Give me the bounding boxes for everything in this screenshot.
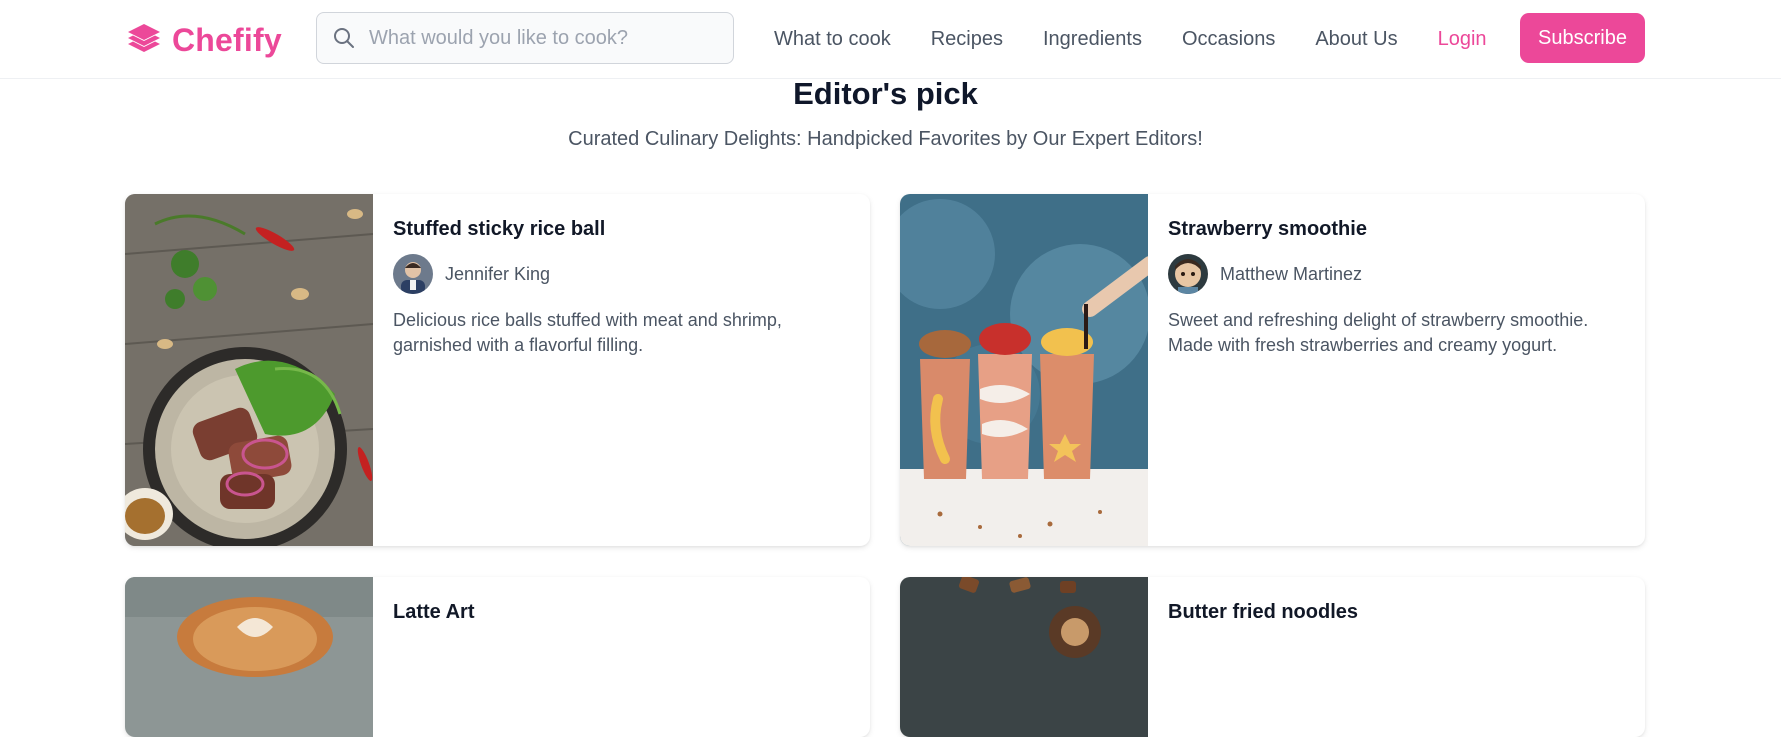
main-nav: What to cook Recipes Ingredients Occasio… bbox=[774, 22, 1487, 56]
card-title[interactable]: Strawberry smoothie bbox=[1168, 216, 1608, 242]
card-author: Matthew Martinez bbox=[1168, 254, 1608, 294]
layers-logo-icon bbox=[126, 22, 162, 58]
nav-occasions[interactable]: Occasions bbox=[1182, 22, 1275, 56]
recipe-image[interactable] bbox=[125, 194, 373, 546]
login-link[interactable]: Login bbox=[1438, 22, 1487, 56]
card-description: Delicious rice balls stuffed with meat a… bbox=[393, 310, 782, 355]
card-title[interactable]: Latte Art bbox=[393, 599, 833, 625]
card-author: Jennifer King bbox=[393, 254, 833, 294]
subscribe-button[interactable]: Subscribe bbox=[1520, 13, 1645, 63]
card-description: Sweet and refreshing delight of strawber… bbox=[1168, 310, 1589, 355]
card-body: Stuffed sticky rice ball Jennifer King D… bbox=[393, 216, 833, 376]
recipe-card[interactable]: Strawberry smoothie Matthew Martinez Swe… bbox=[900, 194, 1645, 546]
nav-what-to-cook[interactable]: What to cook bbox=[774, 22, 891, 56]
author-name[interactable]: Jennifer King bbox=[445, 264, 550, 285]
card-title[interactable]: Stuffed sticky rice ball bbox=[393, 216, 833, 242]
card-body: Latte Art bbox=[393, 599, 833, 625]
card-body: Strawberry smoothie Matthew Martinez Swe… bbox=[1168, 216, 1608, 376]
brand-name: Chefify bbox=[172, 21, 282, 58]
section-title: Editor's pick bbox=[793, 76, 978, 111]
search-icon bbox=[333, 26, 357, 50]
nav-ingredients[interactable]: Ingredients bbox=[1043, 22, 1142, 56]
search-input[interactable] bbox=[367, 25, 731, 51]
search-box[interactable] bbox=[316, 12, 734, 64]
author-name[interactable]: Matthew Martinez bbox=[1220, 264, 1362, 285]
avatar bbox=[393, 254, 433, 294]
recipe-image[interactable] bbox=[125, 577, 373, 737]
recipe-image[interactable] bbox=[900, 577, 1148, 737]
avatar bbox=[1168, 254, 1208, 294]
recipe-card[interactable]: Latte Art bbox=[125, 577, 870, 737]
nav-recipes[interactable]: Recipes bbox=[931, 22, 1003, 56]
brand-logo[interactable]: Chefify bbox=[126, 18, 282, 62]
recipe-card[interactable]: Butter fried noodles bbox=[900, 577, 1645, 737]
nav-about-us[interactable]: About Us bbox=[1315, 22, 1397, 56]
card-title[interactable]: Butter fried noodles bbox=[1168, 599, 1608, 625]
recipe-image[interactable] bbox=[900, 194, 1148, 546]
top-navbar: Chefify What to cook Recipes Ingredients… bbox=[0, 0, 1781, 79]
card-body: Butter fried noodles bbox=[1168, 599, 1608, 625]
section-subtitle: Curated Culinary Delights: Handpicked Fa… bbox=[568, 128, 1203, 150]
recipe-card[interactable]: Stuffed sticky rice ball Jennifer King D… bbox=[125, 194, 870, 546]
